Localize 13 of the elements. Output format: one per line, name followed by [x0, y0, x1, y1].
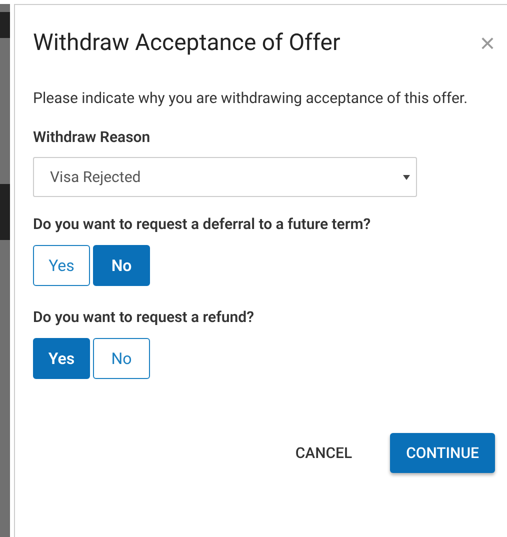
continue-button[interactable]: CONTINUE: [390, 433, 495, 473]
option-button[interactable]: Yes: [33, 245, 90, 286]
intro-text: Please indicate why you are withdrawing acceptance of this offer.: [33, 88, 469, 109]
caret-icon: [403, 174, 410, 180]
option-button[interactable]: No: [93, 338, 150, 379]
dialog-title: Withdraw Acceptance of Offer: [33, 29, 340, 56]
question-label: Do you want to request a deferral to a future term?: [33, 215, 372, 233]
option-button[interactable]: Yes: [33, 338, 90, 379]
field-label: Withdraw Reason: [33, 128, 152, 146]
reason-dropdown[interactable]: Visa Rejected: [33, 157, 417, 197]
question-label: Do you want to request a refund?: [33, 308, 256, 326]
close-button[interactable]: ×: [480, 30, 495, 56]
option-button[interactable]: No: [93, 245, 150, 286]
